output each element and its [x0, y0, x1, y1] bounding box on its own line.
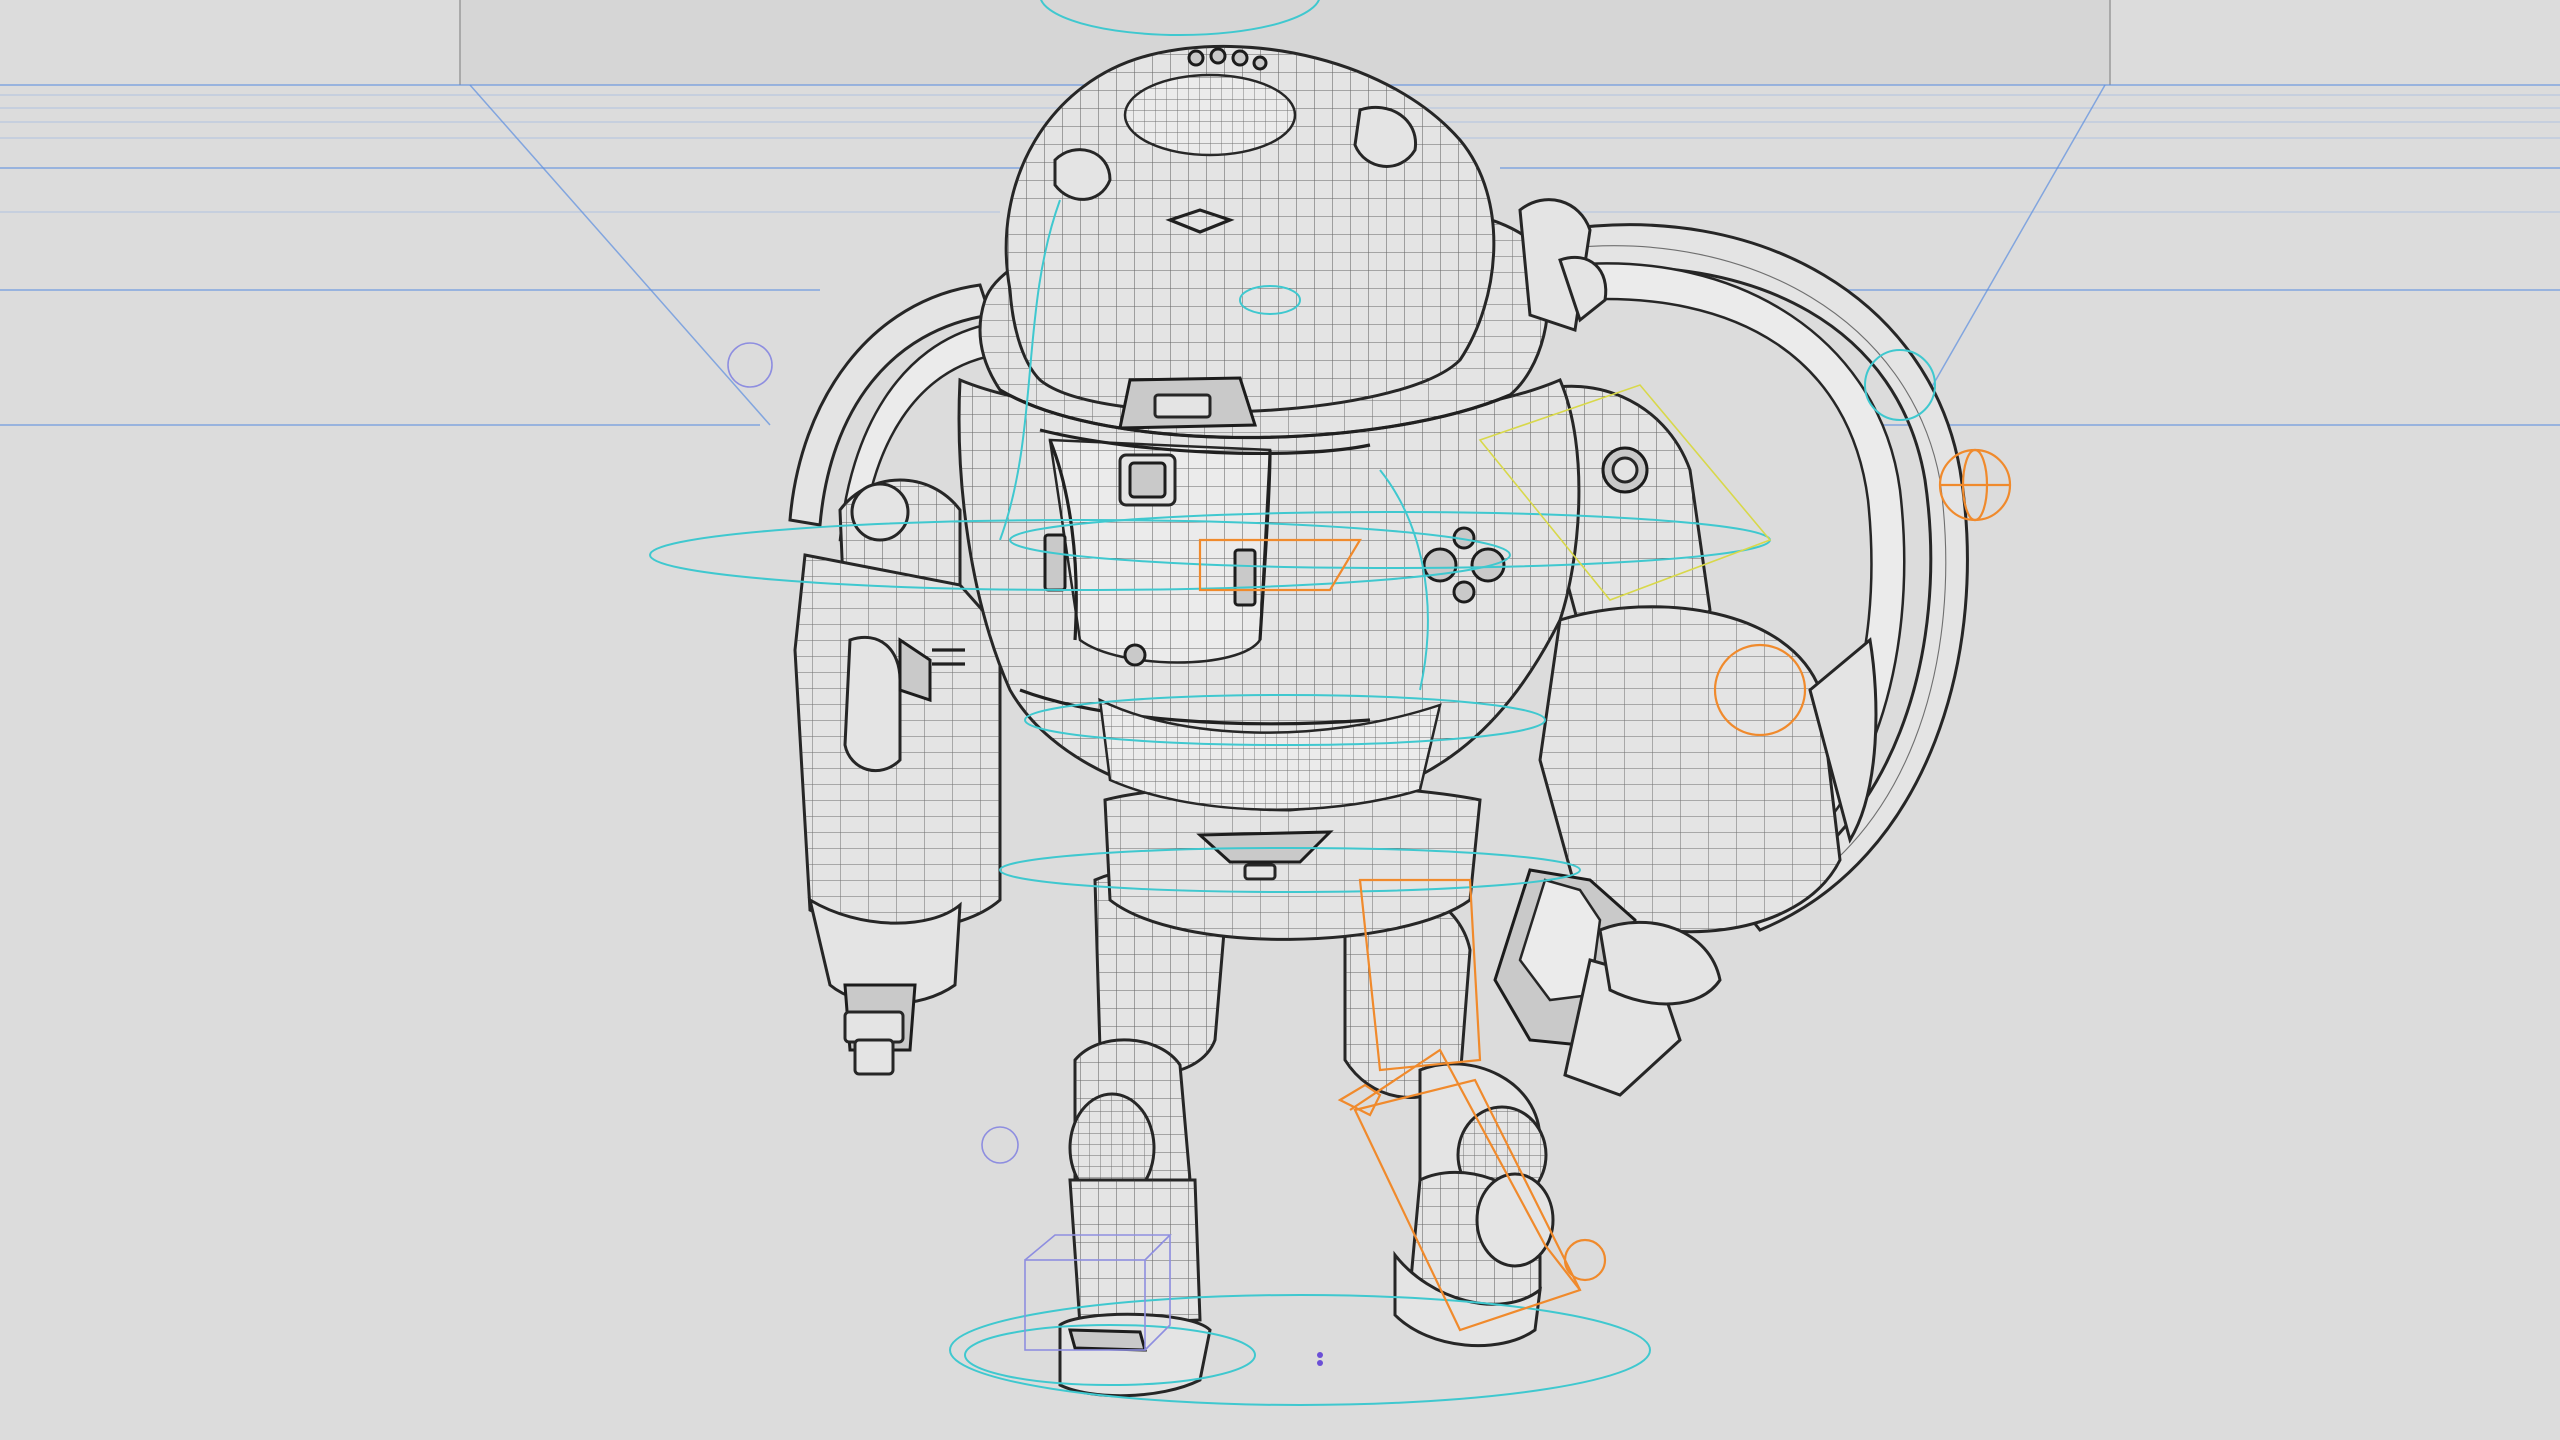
left-arm — [793, 478, 1002, 1076]
left-leg — [1058, 868, 1227, 1398]
head-dome — [1004, 44, 1496, 430]
3d-viewport[interactable] — [0, 0, 2560, 1440]
